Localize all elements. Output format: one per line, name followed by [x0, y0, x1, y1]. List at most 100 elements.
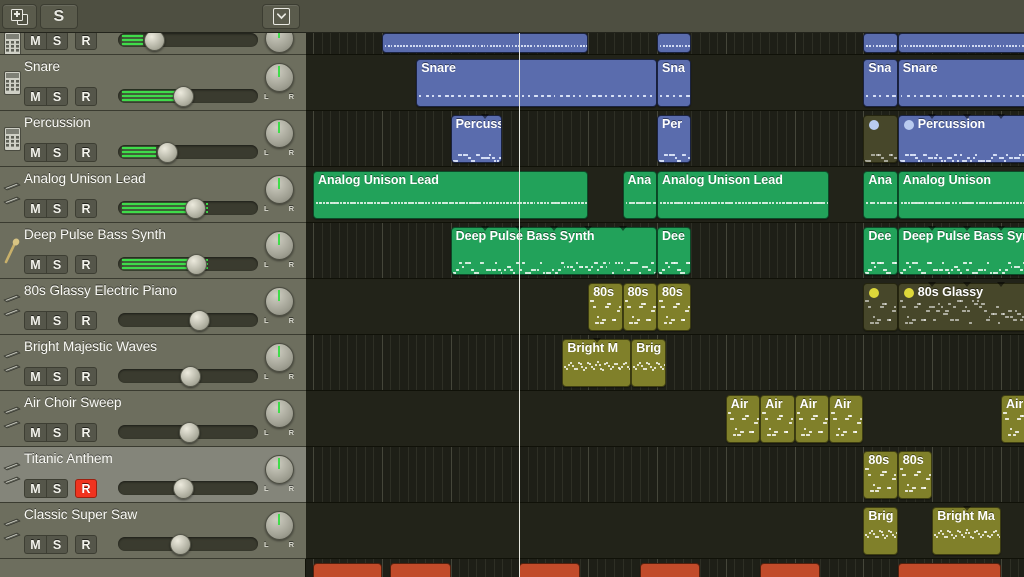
region[interactable]: Snare — [897, 59, 1024, 107]
record-enable-button[interactable]: R — [75, 33, 97, 50]
pan-dial[interactable] — [264, 510, 294, 540]
solo-button[interactable]: S — [46, 33, 68, 50]
region[interactable]: Sna — [863, 59, 898, 107]
region[interactable]: 80s — [657, 283, 692, 331]
pan-dial[interactable] — [264, 62, 294, 92]
region[interactable]: Ana — [622, 171, 657, 219]
solo-button[interactable]: S — [40, 4, 78, 29]
mute-button[interactable]: M — [24, 479, 46, 498]
pan-knob[interactable]: LR — [262, 62, 296, 103]
volume-handle[interactable] — [184, 198, 206, 219]
solo-button[interactable]: S — [46, 535, 68, 554]
region[interactable] — [313, 563, 382, 577]
pan-knob[interactable]: LR — [262, 174, 296, 215]
solo-button[interactable]: S — [46, 367, 68, 386]
volume-handle[interactable] — [172, 86, 194, 107]
record-enable-button[interactable]: R — [75, 255, 97, 274]
record-enable-button[interactable]: R — [75, 479, 97, 498]
region[interactable] — [390, 563, 451, 577]
pan-dial[interactable] — [264, 398, 294, 428]
track-name[interactable]: Snare — [24, 59, 60, 74]
pan-knob[interactable]: LR — [262, 342, 296, 383]
track-header[interactable]: Percussion M S R L R — [0, 111, 306, 167]
record-enable-button[interactable]: R — [75, 143, 97, 162]
region[interactable]: Analog Unison Lead — [313, 171, 589, 219]
region[interactable]: Sna — [657, 59, 692, 107]
record-enable-button[interactable]: R — [75, 367, 97, 386]
arrange-canvas[interactable]: SnareSnaSnaSnarePercussiPerPercussionAna… — [306, 33, 1024, 577]
pan-knob[interactable]: LR — [262, 33, 296, 54]
track-lane[interactable] — [306, 391, 1024, 447]
track-header[interactable]: Classic Super Saw M S R L R — [0, 503, 306, 559]
track-header[interactable]: Air Choir Sweep M S R L R — [0, 391, 306, 447]
pan-dial[interactable] — [264, 342, 294, 372]
mute-button[interactable]: M — [24, 367, 46, 386]
region[interactable] — [897, 33, 1024, 53]
mute-button[interactable]: M — [24, 535, 46, 554]
region[interactable]: Dee — [863, 227, 898, 275]
volume-slider[interactable] — [118, 33, 258, 47]
region[interactable] — [639, 563, 700, 577]
solo-button[interactable]: S — [46, 255, 68, 274]
region[interactable]: Per — [657, 115, 692, 163]
region[interactable]: Air — [794, 395, 829, 443]
volume-slider[interactable] — [118, 313, 258, 327]
volume-slider[interactable] — [118, 145, 258, 159]
region[interactable]: Dee — [657, 227, 692, 275]
mute-button[interactable]: M — [24, 423, 46, 442]
track-lane[interactable] — [306, 503, 1024, 559]
region[interactable]: Air — [829, 395, 864, 443]
pan-dial[interactable] — [264, 286, 294, 316]
region[interactable]: 80s — [622, 283, 657, 331]
region[interactable]: Air — [1001, 395, 1024, 443]
record-enable-button[interactable]: R — [75, 535, 97, 554]
track-name[interactable]: Bright Majestic Waves — [24, 339, 157, 354]
pan-dial[interactable] — [264, 174, 294, 204]
track-header[interactable]: Bright Majestic Waves M S R L R — [0, 335, 306, 391]
region[interactable]: 80s — [863, 451, 898, 499]
region[interactable] — [657, 33, 692, 53]
region[interactable]: Air — [760, 395, 795, 443]
region[interactable] — [519, 563, 580, 577]
solo-button[interactable]: S — [46, 423, 68, 442]
solo-button[interactable]: S — [46, 199, 68, 218]
region[interactable]: Deep Pulse Bass Synth — [450, 227, 657, 275]
playhead[interactable] — [512, 0, 528, 577]
volume-handle[interactable] — [178, 422, 200, 443]
track-name[interactable]: Air Choir Sweep — [24, 395, 122, 410]
pan-knob[interactable]: LR — [262, 118, 296, 159]
volume-handle[interactable] — [144, 33, 166, 51]
record-enable-button[interactable]: R — [75, 311, 97, 330]
record-enable-button[interactable]: R — [75, 87, 97, 106]
region[interactable]: Bright M — [562, 339, 632, 387]
pan-dial[interactable] — [264, 230, 294, 260]
record-enable-button[interactable]: R — [75, 423, 97, 442]
volume-handle[interactable] — [185, 254, 207, 275]
region[interactable]: 80s — [897, 451, 933, 499]
mute-button[interactable]: M — [24, 33, 46, 50]
region[interactable] — [760, 563, 821, 577]
track-name[interactable]: Analog Unison Lead — [24, 171, 146, 186]
region[interactable]: Analog Unison — [897, 171, 1024, 219]
add-track-button[interactable] — [2, 4, 37, 29]
region[interactable] — [863, 283, 898, 331]
region[interactable]: Bright Ma — [932, 507, 1001, 555]
region[interactable] — [863, 33, 898, 53]
region[interactable]: Brig — [631, 339, 666, 387]
list-view-button[interactable] — [262, 4, 300, 29]
pan-knob[interactable]: LR — [262, 510, 296, 551]
region[interactable]: Analog Unison Lead — [657, 171, 829, 219]
track-name[interactable]: Titanic Anthem — [24, 451, 113, 466]
region[interactable]: Percussi — [450, 115, 503, 163]
mute-button[interactable]: M — [24, 255, 46, 274]
pan-dial[interactable] — [264, 33, 294, 53]
solo-button[interactable]: S — [46, 479, 68, 498]
track-header[interactable]: Titanic Anthem M S R L R — [0, 447, 306, 503]
region[interactable] — [897, 563, 1001, 577]
volume-handle[interactable] — [172, 478, 194, 499]
mute-button[interactable]: M — [24, 311, 46, 330]
region[interactable]: Air — [725, 395, 761, 443]
solo-button[interactable]: S — [46, 87, 68, 106]
track-name[interactable]: 80s Glassy Electric Piano — [24, 283, 177, 298]
track-header[interactable]: Analog Unison Lead M S R L R — [0, 167, 306, 223]
